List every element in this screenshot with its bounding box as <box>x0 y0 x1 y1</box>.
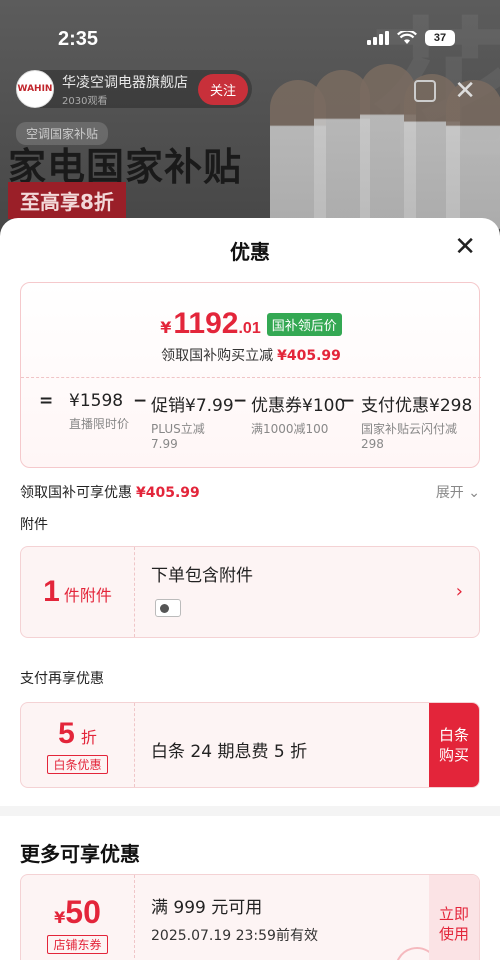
final-price-integer: 1192 <box>173 307 239 340</box>
calc-item-payment: 支付优惠¥298 国家补贴云闪付减298 <box>361 391 473 452</box>
expand-toggle[interactable]: 展开 ⌄ <box>436 482 480 502</box>
subsidy-label-text: 领取国补可享优惠 <box>20 485 132 501</box>
calc-item-promo: 促销¥7.99 PLUS立减7.99 <box>151 391 234 452</box>
coupon-amount: ¥50 店铺东券 <box>21 875 135 960</box>
calc-main: 促销¥7.99 <box>151 396 234 416</box>
calc-main: 支付优惠¥298 <box>361 396 473 416</box>
accessory-section-label: 附件 <box>20 517 48 533</box>
calc-op: = <box>39 391 54 411</box>
baitiao-card: 5折 白条优惠 白条 24 期息费 5 折 白条购买 <box>20 702 480 788</box>
subsidy-price-badge: 国补领后价 <box>266 312 342 336</box>
price-breakdown-card: ¥ 1192 .01 国补领后价 领取国补购买立减 ¥405.99 = ¥1598… <box>20 282 481 468</box>
calc-op: − <box>341 391 356 411</box>
store-logo: WAHIN <box>16 70 54 108</box>
divider <box>21 377 481 378</box>
baitiao-tag: 白条优惠 <box>47 754 108 774</box>
close-live-icon[interactable]: ✕ <box>454 76 476 106</box>
subsidy-label: 领取国补可享优惠 ¥405.99 <box>20 485 200 501</box>
coupon-detail: 满 999 元可用 2025.07.19 23:59前有效 已领 立即使用 <box>135 875 479 960</box>
coupon-yen: ¥ <box>54 908 66 927</box>
final-price: ¥ 1192 .01 国补领后价 <box>21 307 481 341</box>
reduce-amount: ¥405.99 <box>277 348 341 364</box>
accessory-number: 1 <box>43 575 60 608</box>
coupon-card: ¥50 店铺东券 满 999 元可用 2025.07.19 23:59前有效 已… <box>20 874 480 960</box>
reduce-label: 领取国补购买立减 <box>161 348 274 364</box>
accessory-card[interactable]: 1 件附件 下单包含附件 › <box>20 546 480 638</box>
store-header: WAHIN 华凌空调电器旗舰店 2030观看 关注 <box>16 70 253 108</box>
subsidy-summary-row: 领取国补可享优惠 ¥405.99 展开 ⌄ <box>20 482 480 502</box>
battery-icon: 37 <box>425 30 455 46</box>
follow-button[interactable]: 关注 <box>198 73 249 105</box>
accessory-title: 下单包含附件 <box>151 566 253 586</box>
sheet-title: 优惠 <box>230 240 270 264</box>
chevron-right-icon: › <box>455 581 463 602</box>
baitiao-number: 5 <box>58 716 75 750</box>
coupon-number: 50 <box>65 894 101 930</box>
final-price-decimal: .01 <box>238 320 261 337</box>
ac-outdoor-unit-icon <box>155 599 181 617</box>
subsidy-amount: ¥405.99 <box>136 485 200 501</box>
status-time: 2:35 <box>58 28 99 50</box>
final-price-yen: ¥ <box>160 318 172 337</box>
store-fans: 2030观看 <box>62 95 108 107</box>
baitiao-buy-button[interactable]: 白条购买 <box>429 703 479 787</box>
share-icon[interactable] <box>414 80 436 102</box>
calc-item-coupon: 优惠券¥100 满1000减100 <box>251 391 346 437</box>
coupon-tag: 店铺东券 <box>47 935 108 954</box>
close-icon[interactable]: ✕ <box>454 234 476 260</box>
status-bar: 2:35 37 <box>0 28 500 54</box>
chevron-down-icon: ⌄ <box>468 485 480 501</box>
calc-op: − <box>233 391 248 411</box>
accessory-count: 1 件附件 <box>21 547 135 637</box>
calc-main: 优惠券¥100 <box>251 396 346 416</box>
baitiao-discount: 5折 白条优惠 <box>21 703 135 787</box>
baitiao-detail: 白条 24 期息费 5 折 白条购买 <box>135 703 479 787</box>
use-coupon-button[interactable]: 立即使用 <box>429 875 479 960</box>
signal-icon <box>367 31 389 45</box>
coupon-expiry: 2025.07.19 23:59前有效 <box>151 928 318 944</box>
baitiao-text: 白条 24 期息费 5 折 <box>151 742 308 762</box>
wifi-icon <box>397 31 417 45</box>
calc-sub: 直播限时价 <box>69 417 130 431</box>
discount-sheet: 优惠 ✕ ¥ 1192 .01 国补领后价 领取国补购买立减 ¥405.99 = … <box>0 218 500 960</box>
store-name: 华凌空调电器旗舰店 <box>62 74 188 91</box>
accessory-unit: 件附件 <box>63 586 112 605</box>
baitiao-unit: 折 <box>80 727 97 747</box>
expand-label: 展开 <box>435 485 464 501</box>
more-offers-title: 更多可享优惠 <box>20 842 140 866</box>
section-separator <box>0 806 500 816</box>
pay-section-label: 支付再享优惠 <box>20 671 104 687</box>
calc-sub: 满1000减100 <box>251 422 329 436</box>
calc-sub: 国家补贴云闪付减298 <box>361 422 458 451</box>
reduce-line: 领取国补购买立减 ¥405.99 <box>21 345 481 365</box>
promo-subsidy-tag: 至高享8折 <box>8 182 126 219</box>
coupon-title: 满 999 元可用 <box>151 898 263 918</box>
calc-sub: PLUS立减7.99 <box>151 422 205 451</box>
accessory-detail: 下单包含附件 › <box>135 547 479 637</box>
calc-op: − <box>133 391 148 411</box>
